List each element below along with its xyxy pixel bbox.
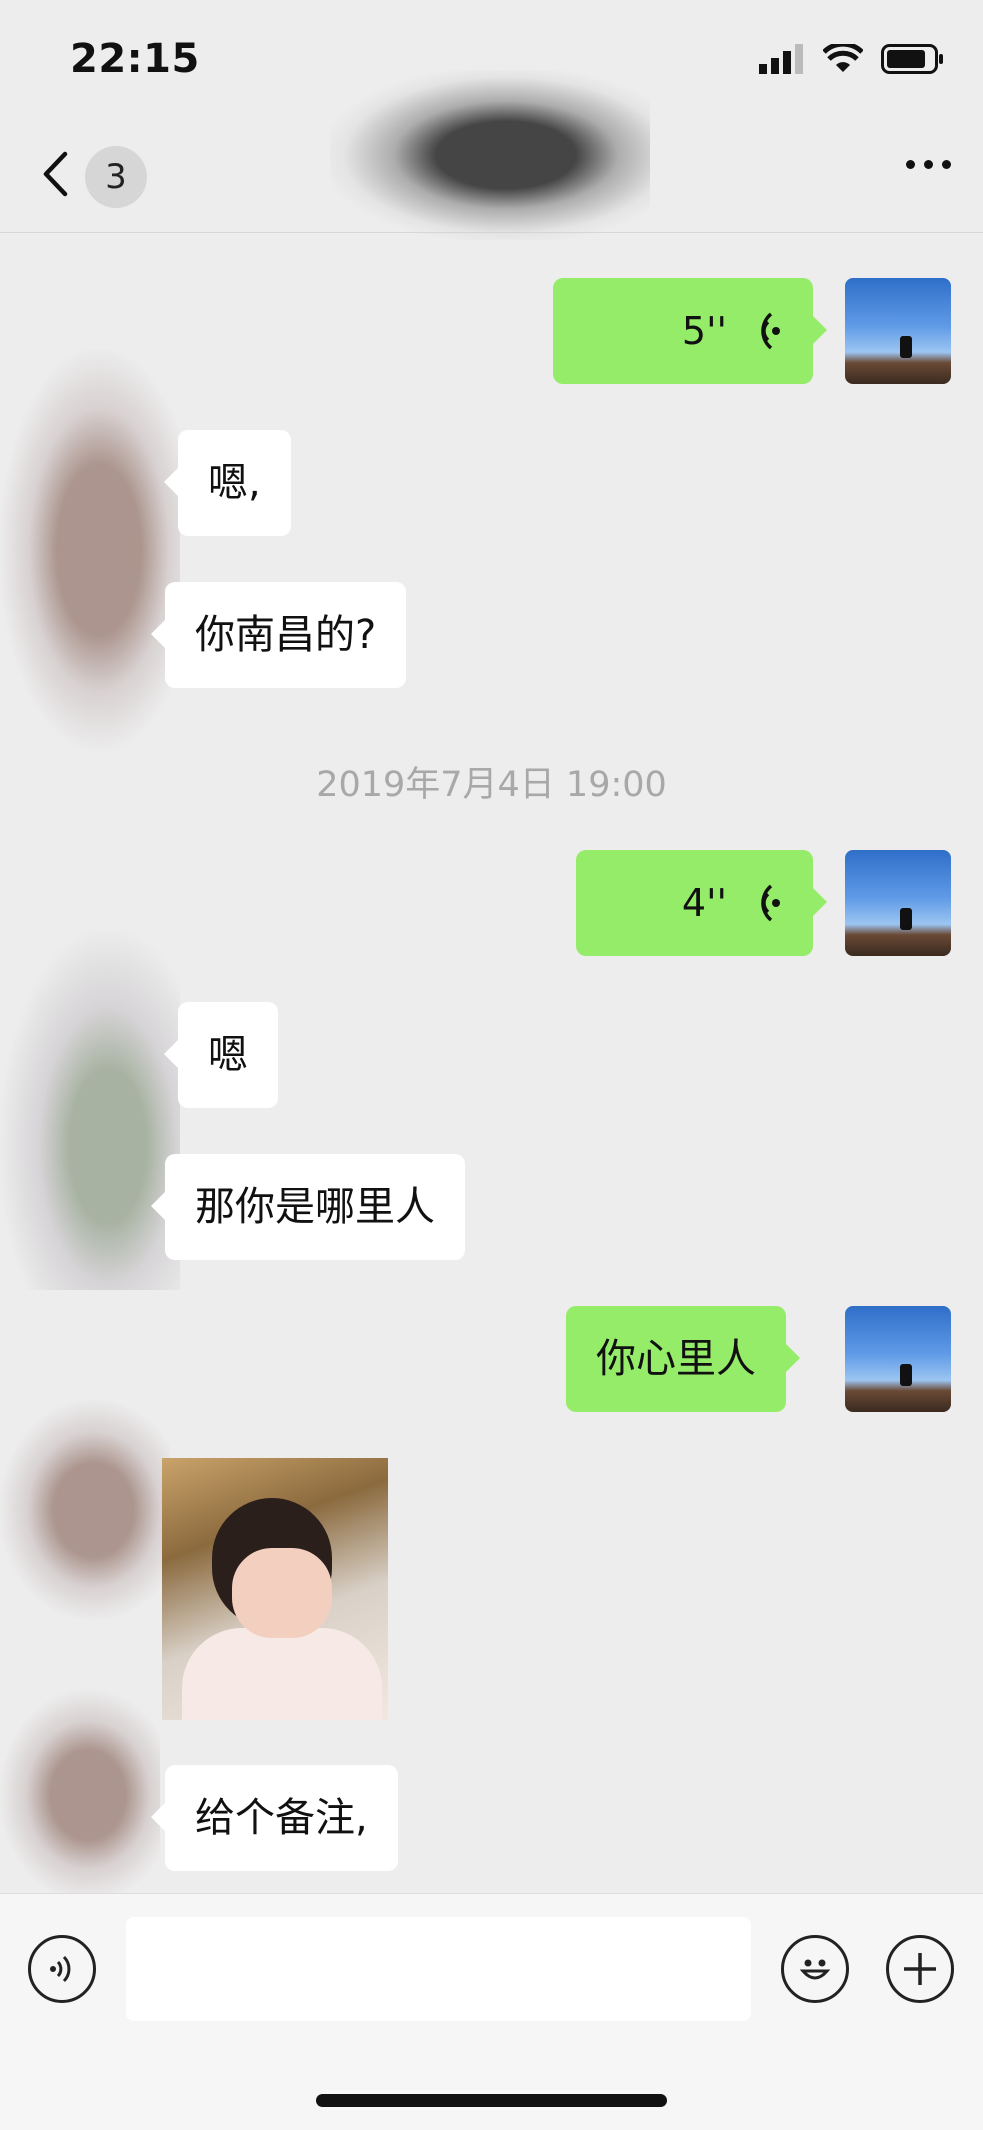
contact-avatar-redacted[interactable] — [0, 930, 180, 1290]
unread-badge[interactable]: 3 — [85, 146, 147, 208]
voice-message-outgoing[interactable]: 5'' — [553, 278, 827, 384]
plus-icon[interactable] — [886, 1935, 954, 2003]
status-icons — [759, 44, 945, 74]
voice-duration: 5'' — [681, 309, 727, 353]
contact-avatar-redacted[interactable] — [0, 350, 180, 750]
text-message-incoming[interactable]: 给个备注, — [151, 1765, 398, 1871]
contact-avatar-redacted[interactable] — [0, 1690, 160, 1900]
wifi-icon — [823, 44, 863, 72]
text-message-outgoing[interactable]: 你心里人 — [566, 1306, 800, 1412]
message-text: 你南昌的? — [195, 612, 377, 658]
text-message-incoming[interactable]: 你南昌的? — [150, 582, 407, 688]
message-text: 给个备注, — [195, 1795, 368, 1841]
chat-title-redacted — [330, 70, 650, 240]
text-message-incoming[interactable]: 嗯, — [164, 430, 291, 536]
chat-timestamp: 2019年7月4日 19:00 — [316, 765, 667, 805]
message-text: 你心里人 — [596, 1336, 756, 1382]
more-icon[interactable] — [906, 160, 951, 169]
signal-icon — [759, 44, 803, 74]
voice-wave-icon — [761, 884, 780, 922]
message-text: 嗯, — [208, 460, 261, 506]
self-avatar[interactable] — [845, 278, 951, 384]
message-input[interactable] — [126, 1917, 751, 2021]
sticker-image[interactable] — [162, 1458, 388, 1720]
voice-message-outgoing[interactable]: 4'' — [576, 850, 827, 956]
text-message-incoming[interactable]: 那你是哪里人 — [151, 1154, 465, 1260]
emoji-icon[interactable] — [781, 1935, 849, 2003]
voice-input-icon[interactable] — [28, 1935, 96, 2003]
voice-wave-icon — [761, 312, 780, 350]
self-avatar[interactable] — [845, 1306, 951, 1412]
back-chevron-icon[interactable] — [40, 150, 70, 198]
message-text: 嗯 — [208, 1032, 248, 1078]
text-message-incoming[interactable]: 嗯 — [164, 1002, 278, 1108]
status-time: 22:15 — [70, 36, 200, 82]
contact-avatar-redacted[interactable] — [0, 1400, 170, 1620]
message-text: 那你是哪里人 — [195, 1184, 435, 1230]
voice-duration: 4'' — [681, 881, 727, 925]
self-avatar[interactable] — [845, 850, 951, 956]
home-indicator — [316, 2094, 667, 2107]
battery-icon — [881, 44, 943, 74]
